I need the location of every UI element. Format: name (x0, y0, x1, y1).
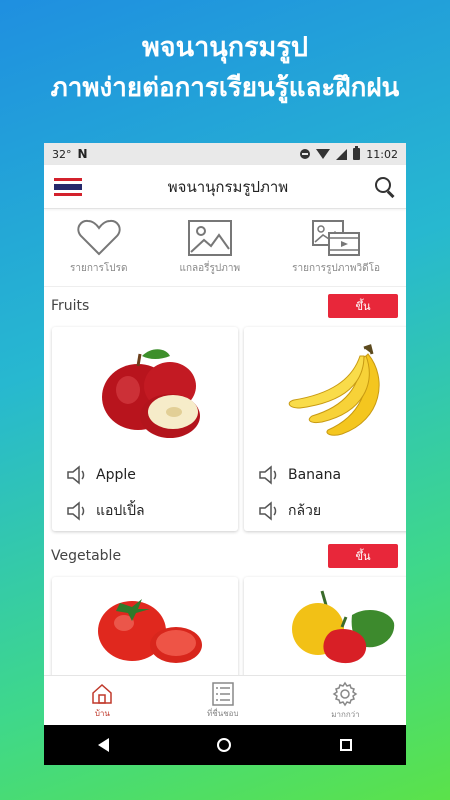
section-title: Fruits (51, 298, 90, 314)
app-title: พจนานุกรมรูปภาพ (167, 177, 289, 196)
english-word-row[interactable]: Apple (52, 457, 238, 493)
thai-flag-icon[interactable] (54, 177, 82, 196)
vegetable-card-list (44, 571, 406, 687)
bottom-navigation: บ้าน ที่ชื่นชอบ มากกว่า (44, 675, 406, 725)
word-card-tomato[interactable] (52, 577, 238, 687)
english-word: Apple (96, 467, 136, 483)
signal-icon (336, 148, 348, 160)
battery-icon (353, 146, 361, 160)
quick-actions: รายการโปรด แกลอรี่รูปภาพ รายการรูปภาพวิด… (44, 209, 406, 287)
word-card-apple[interactable]: Apple แอปเปิ้ล (52, 327, 238, 531)
home-icon (92, 683, 113, 704)
tab-favorites[interactable]: ที่ชื่นชอบ (207, 681, 239, 720)
temperature-text: 32° (52, 147, 72, 161)
word-card-banana[interactable]: Banana กล้วย (244, 327, 406, 531)
clock-text: 11:02 (366, 147, 398, 161)
back-icon[interactable] (98, 738, 110, 752)
favorites-button[interactable]: รายการโปรด (70, 219, 128, 276)
phone-screen: 32° N 11:02 พจนานุกรมรูปภาพ รายการโปรด แ… (44, 143, 406, 765)
thai-word: แอปเปิ้ล (96, 503, 145, 519)
image-gallery-label: แกลอรี่รูปภาพ (179, 263, 241, 274)
status-bar: 32° N 11:02 (44, 143, 406, 165)
tab-home-label: บ้าน (94, 708, 110, 718)
tab-favorites-label: ที่ชื่นชอบ (207, 708, 239, 718)
image-gallery-button[interactable]: แกลอรี่รูปภาพ (179, 219, 241, 276)
recents-icon[interactable] (339, 739, 352, 751)
tomato-image (52, 577, 238, 669)
notification-n-icon: N (77, 147, 88, 161)
do-not-disturb-icon (300, 149, 311, 159)
section-title: Vegetable (51, 548, 122, 564)
apple-image (52, 327, 238, 457)
speaker-icon[interactable] (66, 501, 88, 521)
favorites-label: รายการโปรด (70, 263, 128, 274)
thai-word: กล้วย (288, 503, 322, 519)
speaker-icon[interactable] (258, 501, 280, 521)
promo-title-line1: พจนานุกรมรูป (142, 32, 308, 63)
home-circle-icon[interactable] (217, 738, 232, 752)
search-icon[interactable] (374, 176, 396, 198)
fruits-more-button[interactable]: ขึ้น (328, 294, 398, 318)
tab-more[interactable]: มากกว่า (331, 681, 360, 721)
video-gallery-label: รายการรูปภาพวิดีโอ (292, 263, 380, 274)
speaker-icon[interactable] (258, 465, 280, 485)
speaker-icon[interactable] (66, 465, 88, 485)
video-gallery-button[interactable]: รายการรูปภาพวิดีโอ (292, 219, 380, 276)
vegetable-more-button[interactable]: ขึ้น (328, 544, 398, 568)
list-icon (212, 681, 234, 706)
heart-icon (77, 219, 121, 256)
promo-title-line2: ภาพง่ายต่อการเรียนรู้และฝึกฝน (50, 73, 400, 103)
english-word-row[interactable]: Banana (244, 457, 406, 493)
app-bar: พจนานุกรมรูปภาพ (44, 165, 406, 209)
image-gallery-icon (187, 220, 232, 256)
fruits-section-header: Fruits ขึ้น (44, 291, 406, 321)
english-word: Banana (288, 467, 342, 483)
thai-word-row[interactable]: กล้วย (244, 493, 406, 529)
vegetable-section-header: Vegetable ขึ้น (44, 541, 406, 571)
bell-pepper-image (244, 577, 406, 669)
gear-icon (333, 681, 358, 706)
system-navigation-bar (44, 725, 406, 765)
thai-word-row[interactable]: แอปเปิ้ล (52, 493, 238, 529)
tab-more-label: มากกว่า (331, 709, 360, 719)
tab-home[interactable]: บ้าน (90, 682, 114, 720)
banana-image (244, 327, 406, 457)
word-card-bell-pepper[interactable] (244, 577, 406, 687)
video-gallery-icon (312, 220, 361, 256)
promo-header: พจนานุกรมรูป ภาพง่ายต่อการเรียนรู้และฝึก… (0, 28, 450, 108)
wifi-icon (316, 149, 331, 159)
fruits-card-list: Apple แอปเปิ้ล Banana กล้วย (44, 321, 406, 531)
